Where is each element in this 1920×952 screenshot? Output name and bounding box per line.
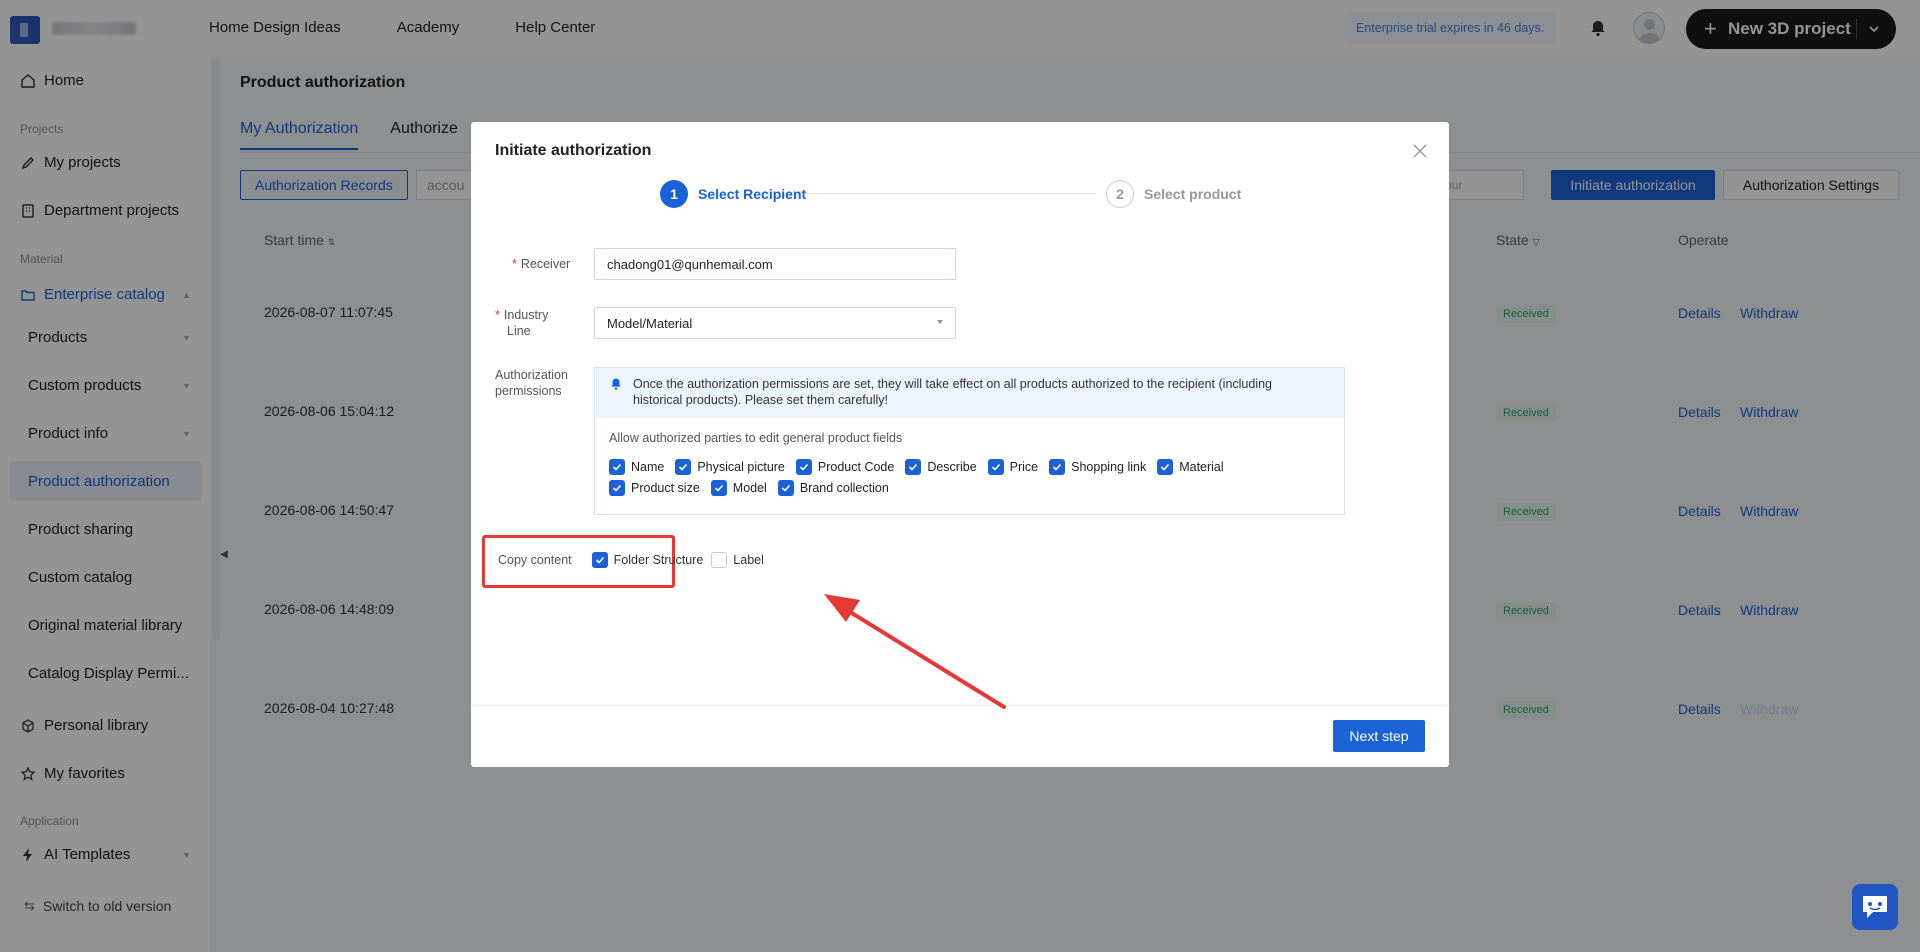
permissions-label-line1: Authorization <box>495 368 568 382</box>
checkbox-label: Physical picture <box>697 460 785 474</box>
fields-heading: Allow authorized parties to edit general… <box>609 431 903 445</box>
close-icon[interactable] <box>1411 142 1429 160</box>
checkbox-label: Product size <box>631 481 700 495</box>
industry-line-select[interactable]: Model/Material <box>594 307 956 339</box>
industry-line-label: * Industry Line <box>495 308 549 338</box>
checkbox-shopping-link[interactable]: Shopping link <box>1049 459 1146 475</box>
check-icon <box>795 459 812 475</box>
fields-row-2: Product size Model Brand collection <box>609 480 900 496</box>
checkbox-material[interactable]: Material <box>1157 459 1224 475</box>
notice-line-2: historical products). Please set them ca… <box>633 393 888 407</box>
check-icon <box>905 459 922 475</box>
receiver-label-text: Receiver <box>520 257 571 271</box>
checkbox-label: Name <box>631 460 665 474</box>
check-icon <box>710 480 727 496</box>
chat-bubble-icon <box>1863 896 1887 918</box>
step-number: 2 <box>1106 180 1134 208</box>
checkbox-label: Product Code <box>817 460 895 474</box>
step-select-recipient: 1 Select Recipient <box>660 180 806 208</box>
bell-icon <box>611 378 621 390</box>
checkbox-label: Price <box>1009 460 1039 474</box>
footer-divider <box>471 705 1449 706</box>
dialog-title: Initiate authorization <box>495 142 652 159</box>
checkbox-describe[interactable]: Describe <box>905 459 977 475</box>
notice-line-1: Once the authorization permissions are s… <box>633 377 1273 391</box>
step-number: 1 <box>660 180 688 208</box>
copy-content-row: Copy content Folder Structure Label <box>498 552 775 568</box>
fields-row-1: Name Physical picture Product Code Descr… <box>609 459 1235 475</box>
check-icon <box>777 480 794 496</box>
check-icon <box>987 459 1004 475</box>
checkbox-empty <box>711 552 728 568</box>
permissions-panel: Once the authorization permissions are s… <box>594 367 1345 515</box>
receiver-input[interactable]: chadong01@qunhemail.com <box>594 248 956 280</box>
checkbox-price[interactable]: Price <box>987 459 1039 475</box>
permissions-notice: Once the authorization permissions are s… <box>595 368 1344 418</box>
permissions-label-line2: permissions <box>495 384 562 398</box>
checkbox-brand-collection[interactable]: Brand collection <box>777 480 889 496</box>
checkbox-label: Material <box>1179 460 1224 474</box>
step-connector <box>806 193 1096 194</box>
step-select-product: 2 Select product <box>1106 180 1241 208</box>
checkbox-label: Model <box>732 481 767 495</box>
checkbox-product-size[interactable]: Product size <box>609 480 700 496</box>
initiate-authorization-dialog: Initiate authorization 1 Select Recipien… <box>471 122 1449 767</box>
checkbox-label: Folder Structure <box>613 553 704 567</box>
check-icon <box>1157 459 1174 475</box>
checkbox-label: Brand collection <box>799 481 889 495</box>
check-icon <box>675 459 692 475</box>
checkbox-label: Shopping link <box>1071 460 1147 474</box>
check-icon <box>1049 459 1066 475</box>
receiver-label: * Receiver <box>512 257 571 271</box>
dropdown-arrow-icon <box>937 320 943 324</box>
next-step-button[interactable]: Next step <box>1333 720 1425 752</box>
step-label: Select product <box>1144 186 1242 202</box>
chat-support-button[interactable] <box>1852 884 1898 930</box>
checkbox-model[interactable]: Model <box>710 480 767 496</box>
checkbox-product-code[interactable]: Product Code <box>795 459 895 475</box>
checkbox-physical-picture[interactable]: Physical picture <box>675 459 785 475</box>
checkbox-label: Describe <box>927 460 977 474</box>
industry-selected-value: Model/Material <box>607 315 693 331</box>
checkbox-name[interactable]: Name <box>609 459 664 475</box>
industry-label-line1: Industry <box>503 308 549 322</box>
step-label: Select Recipient <box>698 186 807 202</box>
industry-label-line2: Line <box>507 324 531 338</box>
authorization-permissions-label: Authorization permissions <box>495 367 568 399</box>
copy-content-label: Copy content <box>498 553 572 567</box>
checkbox-folder-structure[interactable]: Folder Structure <box>591 552 704 568</box>
check-icon <box>609 480 625 496</box>
checkbox-label: Label <box>733 553 764 567</box>
check-icon <box>609 459 625 475</box>
check-icon <box>591 552 608 568</box>
checkbox-label-option[interactable]: Label <box>711 552 764 568</box>
